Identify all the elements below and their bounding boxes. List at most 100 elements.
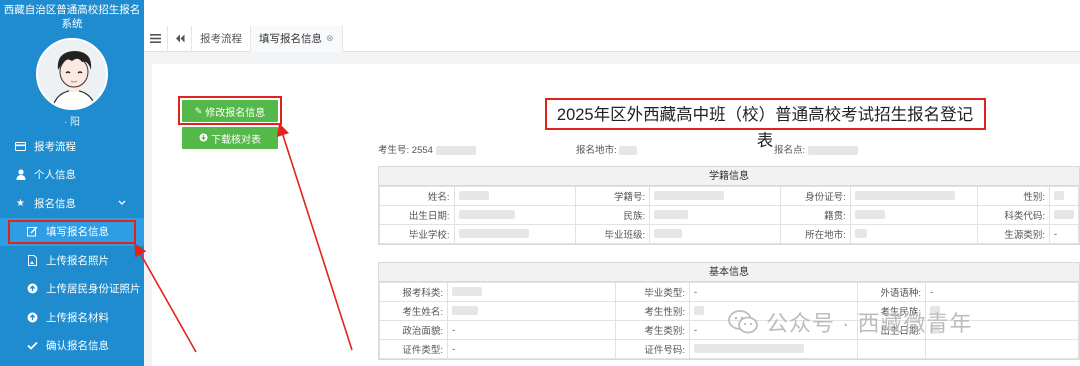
exam-number-label: 考生号: — [378, 145, 410, 156]
field-label: 出生日期: — [379, 205, 455, 225]
sidebar-item-upload-materials[interactable]: 上传报名材料 — [0, 303, 144, 332]
exam-number: 考生号: 2554 — [378, 142, 476, 156]
menu-toggle-button[interactable] — [144, 25, 168, 52]
field-label: 毕业类型: — [615, 282, 690, 302]
student-record-section: 学籍信息 姓名: 学籍号: 身份证号: 性别: 出生日期: 民族: 籍贯: 科类… — [378, 166, 1080, 245]
field-value: - — [689, 282, 858, 302]
field-label: 政治面貌: — [379, 320, 448, 340]
field-label: 报考科类: — [379, 282, 448, 302]
field-value — [453, 224, 576, 244]
upload-icon — [26, 282, 39, 295]
redacted-value — [807, 145, 858, 155]
table-row: 出生日期: 民族: 籍贯: 科类代码: — [379, 205, 1079, 225]
tab-fill-info[interactable]: 填写报名信息 ⊗ — [251, 25, 343, 52]
field-value — [453, 186, 576, 206]
field-label: 性别: — [977, 186, 1050, 206]
button-label: 修改报名信息 — [205, 107, 266, 119]
field-value — [453, 205, 576, 225]
field-label: 考生性别: — [615, 301, 690, 321]
registration-region: 报名地市: — [576, 142, 638, 156]
sidebar-item-label: 上传居民身份证照片 — [46, 283, 141, 296]
check-icon — [26, 339, 39, 352]
field-label: 民族: — [574, 205, 651, 225]
table-row: 报考科类: 毕业类型: - 外语语种: - — [379, 282, 1079, 302]
field-value — [447, 301, 616, 321]
field-value — [849, 205, 979, 225]
section-title: 学籍信息 — [379, 167, 1079, 186]
sidebar-item-label: 个人信息 — [34, 169, 76, 182]
field-label: 身份证号: — [780, 186, 851, 206]
close-icon[interactable]: ⊗ — [326, 33, 334, 44]
field-label: 科类代码: — [977, 205, 1050, 225]
field-value — [447, 282, 616, 302]
field-value — [649, 186, 782, 206]
wechat-icon — [728, 310, 758, 334]
sidebar-item-flow[interactable]: 报考流程 — [0, 132, 144, 161]
menu-icon — [150, 34, 161, 43]
upload-icon — [26, 311, 39, 324]
registration-point: 报名点: — [774, 142, 858, 156]
sidebar-item-label: 确认报名信息 — [46, 340, 109, 353]
field-label: 生源类别: — [977, 224, 1050, 244]
field-value — [649, 205, 782, 225]
edit-icon: ✎ — [194, 105, 203, 116]
field-label: 毕业班级: — [574, 224, 651, 244]
region-label: 报名地市: — [576, 145, 617, 156]
sidebar-item-label: 报名信息 — [34, 197, 76, 210]
field-label: 毕业学校: — [379, 224, 455, 244]
page-title: 2025年区外西藏高中班（校）普通高校考试招生报名登记表 — [556, 106, 974, 150]
image-file-icon — [26, 254, 39, 267]
table-row: 毕业学校: 毕业班级: 所在地市: 生源类别: - — [379, 224, 1079, 244]
field-label: 证件号码: — [615, 339, 690, 359]
field-value — [649, 224, 782, 244]
field-label: 姓名: — [379, 186, 455, 206]
section-title: 基本信息 — [379, 263, 1079, 282]
table-row: 证件类型: - 证件号码: — [379, 339, 1079, 359]
tab-flow[interactable]: 报考流程 — [192, 25, 251, 52]
sidebar-item-confirm[interactable]: 确认报名信息 — [0, 332, 144, 361]
redacted-value — [619, 145, 638, 155]
sidebar-item-personal[interactable]: 个人信息 — [0, 161, 144, 190]
field-value — [925, 339, 1079, 359]
field-value — [849, 224, 979, 244]
tab-label: 报考流程 — [200, 33, 242, 45]
sidebar-item-label: 上传报名照片 — [46, 254, 109, 267]
sidebar-item-label: 报考流程 — [34, 140, 76, 153]
field-value — [849, 186, 979, 206]
field-label: 考生姓名: — [379, 301, 448, 321]
download-icon — [199, 133, 208, 144]
field-value: - — [447, 339, 616, 359]
sidebar-item-registration[interactable]: ★ 报名信息 — [0, 189, 144, 218]
point-label: 报名点: — [774, 145, 806, 156]
field-label: 学籍号: — [574, 186, 651, 206]
tab-bar: 报考流程 填写报名信息 ⊗ — [144, 25, 1080, 52]
tab-label: 填写报名信息 — [259, 33, 322, 45]
student-record-table: 姓名: 学籍号: 身份证号: 性别: 出生日期: 民族: 籍贯: 科类代码: 毕… — [379, 186, 1079, 244]
star-icon: ★ — [16, 197, 25, 209]
edit-registration-button[interactable]: ✎ 修改报名信息 — [182, 100, 278, 122]
sidebar-nav: 报考流程 个人信息 ★ 报名信息 填写报名信息 上传报名照片 上传居民身份证照片… — [0, 132, 144, 360]
field-label: 考生类别: — [615, 320, 690, 340]
button-label: 下载核对表 — [211, 134, 261, 146]
field-value: - — [1049, 224, 1079, 244]
sidebar-item-upload-id[interactable]: 上传居民身份证照片 — [0, 275, 144, 304]
field-label: 外语语种: — [857, 282, 926, 302]
tab-scroll-left-button[interactable] — [168, 25, 192, 52]
sidebar-item-fill-info[interactable]: 填写报名信息 — [0, 217, 144, 246]
field-label: 籍贯: — [780, 205, 851, 225]
field-label: 证件类型: — [379, 339, 448, 359]
field-value: - — [447, 320, 616, 340]
field-label — [857, 339, 926, 359]
watermark-text: 公众号 · 西藏微青年 — [766, 311, 973, 336]
table-row: 姓名: 学籍号: 身份证号: 性别: — [379, 186, 1079, 206]
field-value — [689, 339, 858, 359]
field-label: 所在地市: — [780, 224, 851, 244]
field-value — [1049, 205, 1079, 225]
system-title: 西藏自治区普通高校招生报名系统 — [3, 4, 141, 30]
sidebar-item-upload-photo[interactable]: 上传报名照片 — [0, 246, 144, 275]
field-value — [1049, 186, 1079, 206]
watermark: 公众号 · 西藏微青年 — [728, 306, 973, 338]
download-check-form-button[interactable]: 下载核对表 — [182, 127, 278, 149]
card-icon — [14, 140, 27, 153]
avatar — [36, 38, 108, 110]
